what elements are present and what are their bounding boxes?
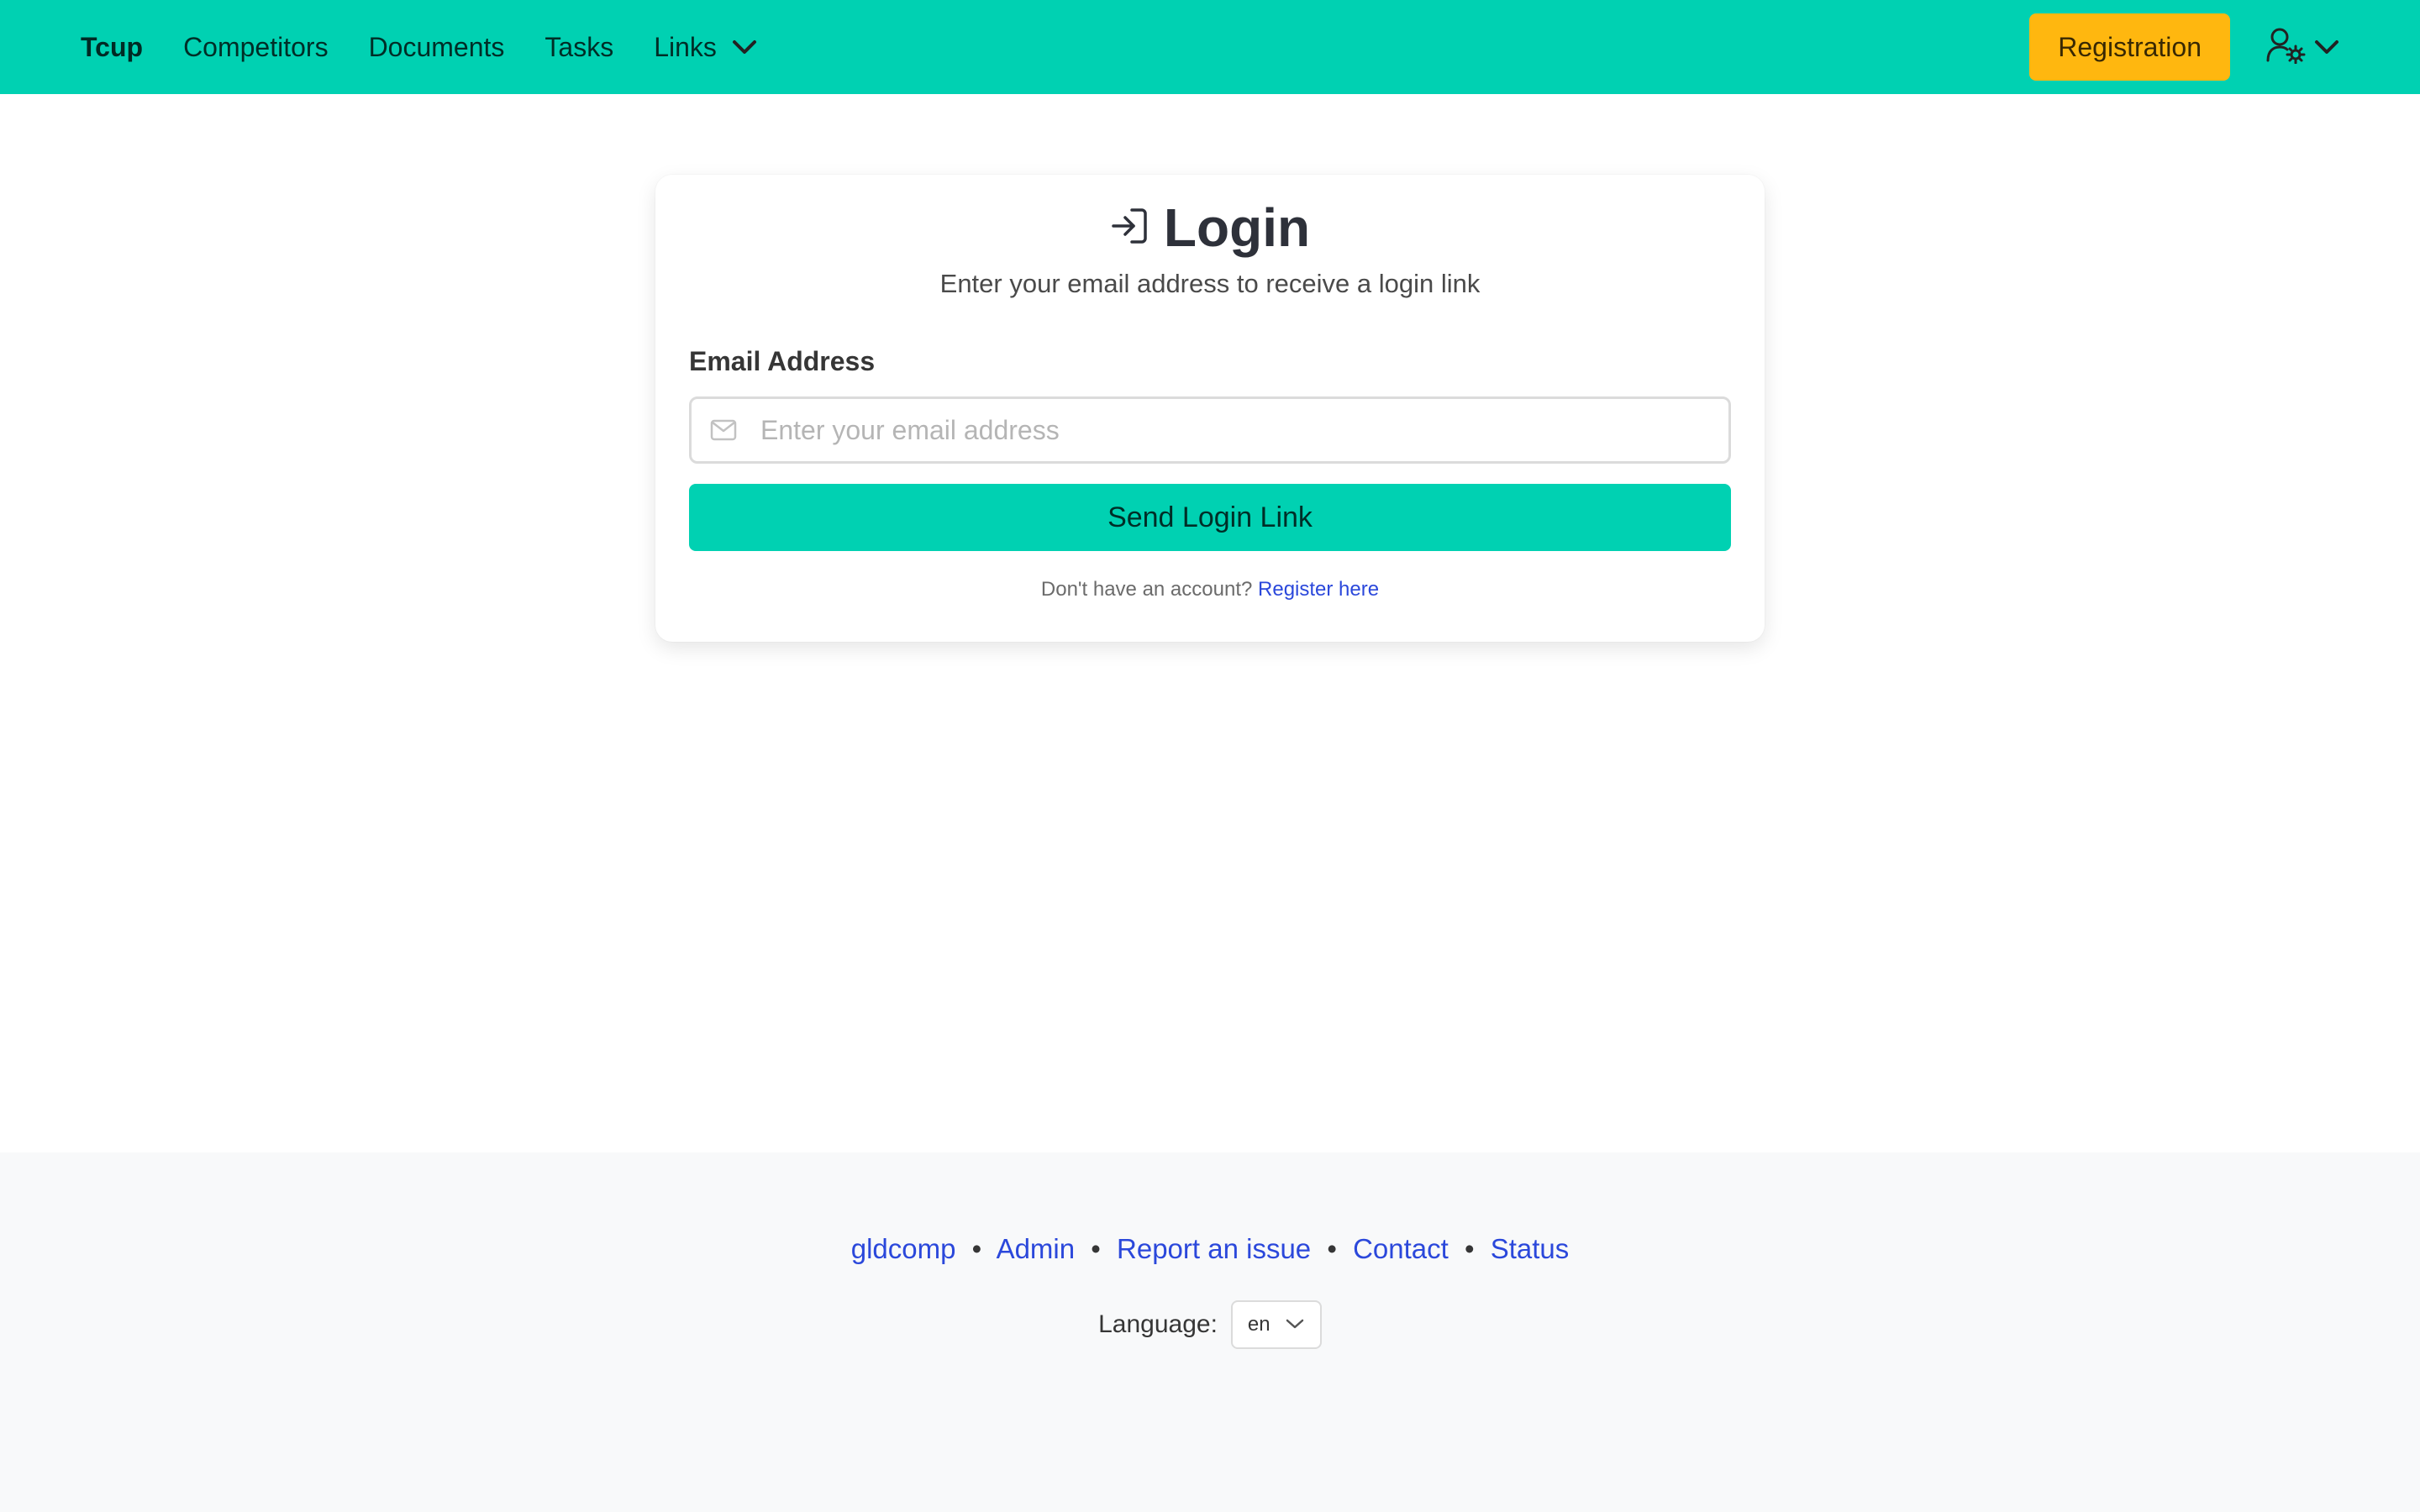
register-prompt: Don't have an account? Register here — [655, 578, 1765, 601]
footer: gldcomp • Admin • Report an issue • Cont… — [0, 1152, 2420, 1512]
separator: • — [1091, 1233, 1101, 1264]
email-field-wrapper — [689, 396, 1731, 464]
footer-link-gldcomp[interactable]: gldcomp — [851, 1233, 956, 1264]
separator: • — [971, 1233, 982, 1264]
nav-links-label: Links — [654, 32, 717, 62]
language-row: Language: en — [0, 1300, 2420, 1349]
sign-in-icon — [1110, 207, 1149, 249]
login-title-row: Login — [655, 197, 1765, 259]
nav-competitors[interactable]: Competitors — [163, 0, 349, 94]
send-login-link-button[interactable]: Send Login Link — [689, 484, 1731, 551]
chevron-down-icon — [2314, 39, 2339, 55]
footer-link-status[interactable]: Status — [1491, 1233, 1570, 1264]
envelope-icon — [710, 419, 737, 445]
register-link[interactable]: Register here — [1258, 578, 1379, 601]
no-account-text: Don't have an account? — [1040, 578, 1253, 601]
nav-left: Tcup Competitors Documents Tasks Links — [60, 0, 777, 94]
footer-link-admin[interactable]: Admin — [997, 1233, 1076, 1264]
footer-link-contact[interactable]: Contact — [1353, 1233, 1449, 1264]
brand-link[interactable]: Tcup — [60, 0, 163, 94]
page-title: Login — [1163, 197, 1311, 258]
footer-link-report-issue[interactable]: Report an issue — [1117, 1233, 1311, 1264]
language-select[interactable]: en — [1230, 1300, 1322, 1349]
chevron-down-icon — [1285, 1313, 1305, 1336]
email-input[interactable] — [759, 413, 1686, 447]
login-card: Login Enter your email address to receiv… — [655, 175, 1765, 642]
separator: • — [1464, 1233, 1475, 1264]
nav-tasks[interactable]: Tasks — [524, 0, 634, 94]
registration-button[interactable]: Registration — [2029, 13, 2230, 81]
nav-links-dropdown[interactable]: Links — [634, 0, 777, 94]
nav-right: Registration — [2029, 13, 2339, 81]
top-navbar: Tcup Competitors Documents Tasks Links R… — [0, 0, 2420, 94]
language-value: en — [1247, 1313, 1270, 1336]
login-subtitle: Enter your email address to receive a lo… — [939, 269, 1481, 298]
separator: • — [1327, 1233, 1337, 1264]
user-gear-icon — [2265, 27, 2306, 68]
user-menu-dropdown[interactable] — [2265, 27, 2339, 68]
nav-documents[interactable]: Documents — [349, 0, 525, 94]
footer-links: gldcomp • Admin • Report an issue • Cont… — [0, 1233, 2420, 1265]
email-label: Email Address — [689, 346, 876, 376]
chevron-down-icon — [732, 39, 757, 55]
language-label: Language: — [1098, 1310, 1218, 1338]
